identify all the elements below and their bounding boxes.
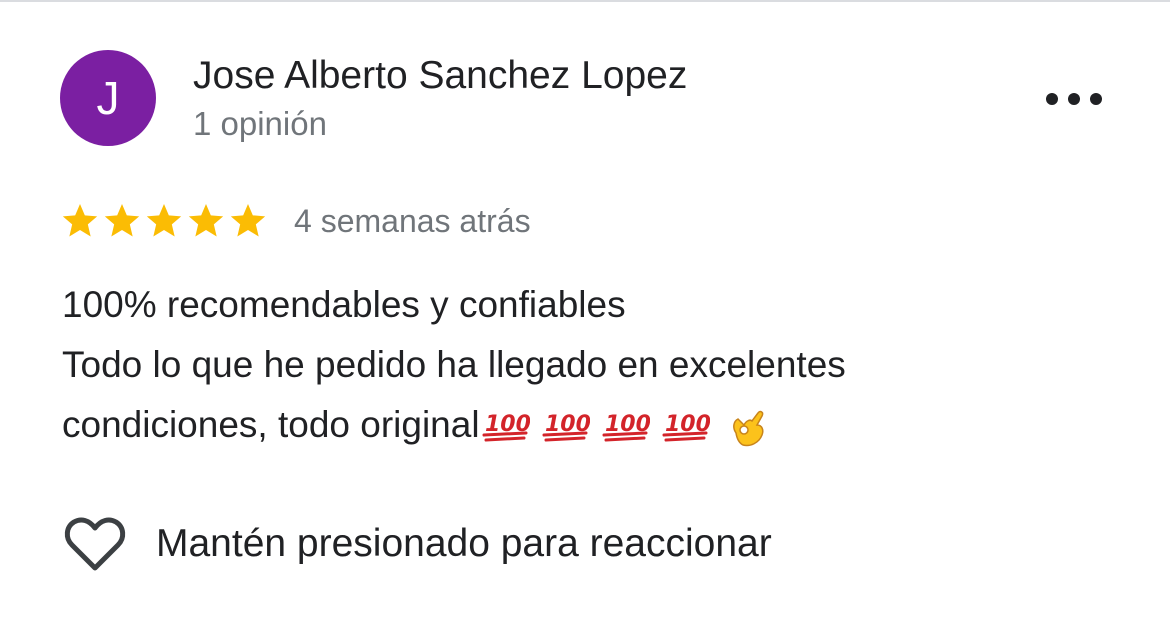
review-card: J Jose Alberto Sanchez Lopez 1 opinión 4… — [0, 0, 1170, 619]
star-icon — [62, 204, 98, 237]
author-name[interactable]: Jose Alberto Sanchez Lopez — [193, 54, 687, 98]
ok-hand-emoji-icon — [732, 410, 764, 447]
avatar-initial: J — [96, 72, 120, 124]
react-button[interactable]: Mantén presionado para reaccionar — [64, 514, 772, 574]
review-text-segment: condiciones, todo original — [62, 404, 480, 445]
star-icon — [230, 204, 266, 237]
star-rating — [60, 201, 268, 241]
more-dot-icon — [1046, 93, 1058, 105]
more-dot-icon — [1090, 93, 1102, 105]
review-text-line: Todo lo que he pedido ha llegado en exce… — [62, 344, 846, 385]
star-icon — [104, 204, 140, 237]
hundred-points-emoji-icon: 100 — [602, 412, 650, 442]
author-avatar[interactable]: J — [60, 50, 156, 146]
author-review-count: 1 opinión — [193, 105, 327, 142]
star-icon — [188, 204, 224, 237]
hundred-points-emoji-icon: 100 — [542, 412, 590, 442]
more-dot-icon — [1068, 93, 1080, 105]
hundred-points-emoji-icon: 100 — [482, 412, 530, 442]
heart-outline-icon — [64, 517, 126, 571]
more-options-button[interactable] — [1046, 88, 1102, 110]
rating-row: 4 semanas atrás — [60, 198, 531, 244]
react-label: Mantén presionado para reaccionar — [156, 522, 772, 565]
hundred-points-emoji-icon: 100 — [662, 412, 710, 442]
review-time: 4 semanas atrás — [294, 202, 531, 239]
review-text-line: condiciones, todo original 100 100 100 1… — [62, 395, 1122, 455]
emoji-row: 100 100 100 100 — [482, 403, 770, 449]
star-icon — [146, 204, 182, 237]
review-text: 100% recomendables y confiables Todo lo … — [62, 275, 1122, 455]
review-text-line: 100% recomendables y confiables — [62, 284, 626, 325]
